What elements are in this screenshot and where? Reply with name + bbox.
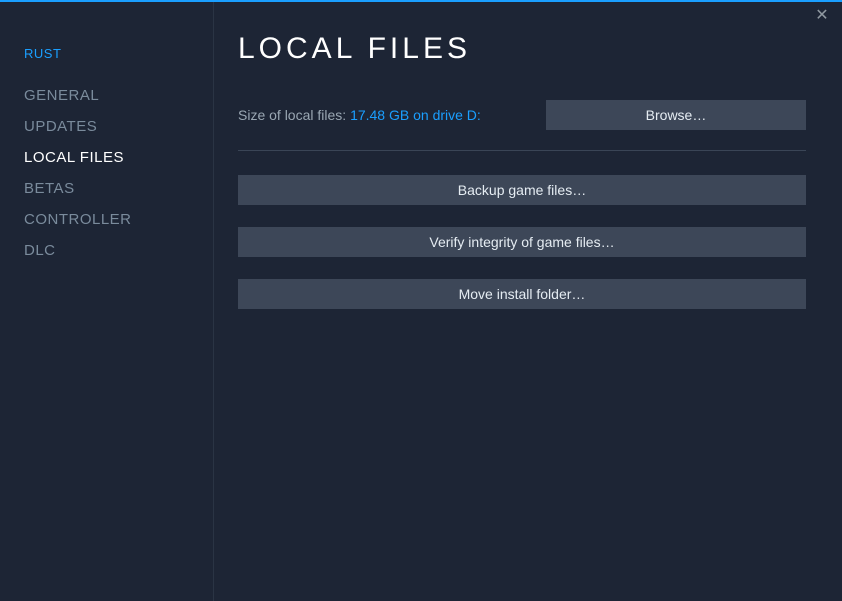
- backup-button[interactable]: Backup game files…: [238, 175, 806, 205]
- sidebar-item-label: BETAS: [24, 180, 75, 197]
- sidebar-item-controller[interactable]: CONTROLLER: [24, 211, 213, 228]
- app-container: RUST GENERAL UPDATES LOCAL FILES BETAS C…: [0, 0, 842, 601]
- sidebar-item-label: CONTROLLER: [24, 211, 132, 228]
- sidebar-item-local-files[interactable]: LOCAL FILES: [24, 149, 213, 166]
- divider: [238, 150, 806, 151]
- sidebar-item-label: DLC: [24, 242, 56, 259]
- sidebar-title: RUST: [24, 46, 213, 61]
- sidebar-item-betas[interactable]: BETAS: [24, 180, 213, 197]
- sidebar-item-label: LOCAL FILES: [24, 149, 124, 166]
- sidebar-item-updates[interactable]: UPDATES: [24, 118, 213, 135]
- size-row: Size of local files: 17.48 GB on drive D…: [238, 100, 806, 130]
- page-title: LOCAL FILES: [238, 32, 806, 66]
- sidebar-item-label: UPDATES: [24, 118, 97, 135]
- sidebar: RUST GENERAL UPDATES LOCAL FILES BETAS C…: [0, 0, 214, 601]
- browse-button[interactable]: Browse…: [546, 100, 806, 130]
- verify-button[interactable]: Verify integrity of game files…: [238, 227, 806, 257]
- main-panel: LOCAL FILES Size of local files: 17.48 G…: [214, 0, 842, 601]
- sidebar-item-dlc[interactable]: DLC: [24, 242, 213, 259]
- sidebar-item-general[interactable]: GENERAL: [24, 87, 213, 104]
- size-label: Size of local files: 17.48 GB on drive D…: [238, 107, 481, 123]
- sidebar-item-label: GENERAL: [24, 87, 99, 104]
- move-folder-button[interactable]: Move install folder…: [238, 279, 806, 309]
- size-value: 17.48 GB on drive D:: [350, 107, 481, 123]
- size-label-text: Size of local files:: [238, 107, 350, 123]
